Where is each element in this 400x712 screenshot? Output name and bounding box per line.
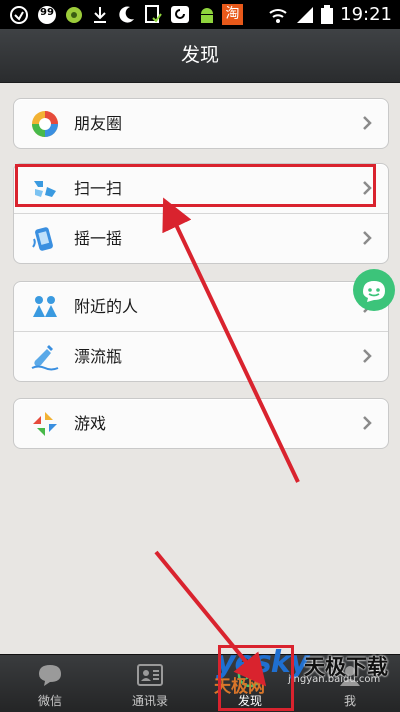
- annotation-arrows: [154, 197, 300, 687]
- arrow-to-scan: [162, 197, 300, 483]
- arrow-to-discover-tab: [154, 550, 267, 687]
